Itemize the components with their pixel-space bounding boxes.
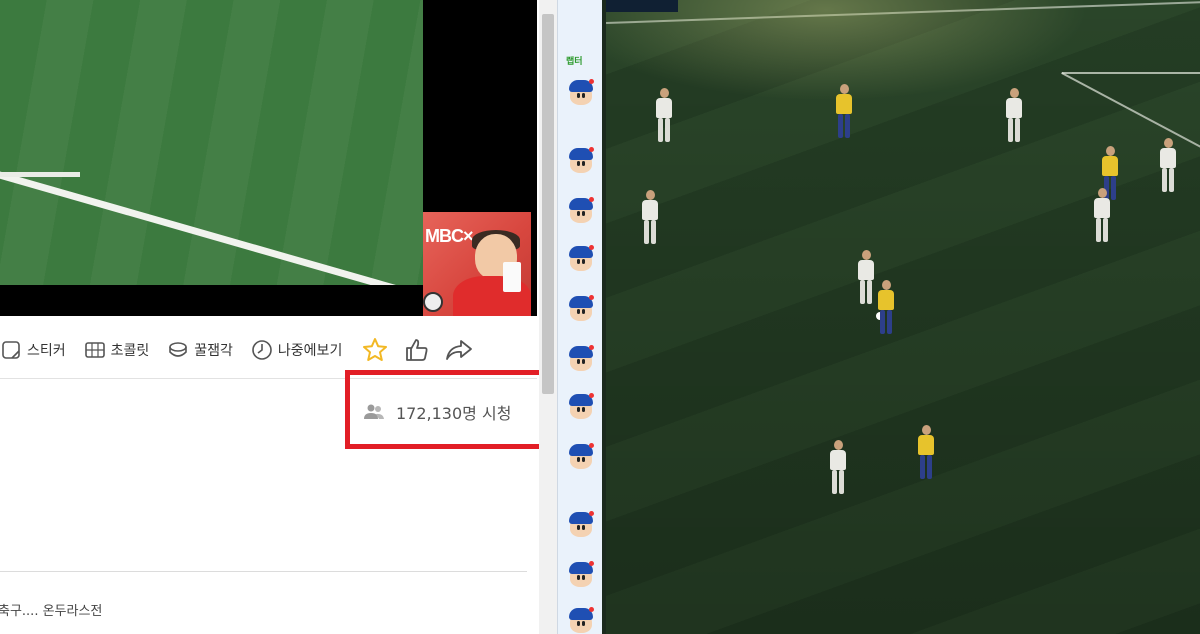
honey-icon bbox=[167, 339, 189, 361]
cartoon-face-emoticon bbox=[568, 443, 594, 470]
game-broadcast-view bbox=[606, 0, 1200, 634]
player-white-kit bbox=[654, 88, 674, 144]
player-white-kit bbox=[1092, 188, 1112, 244]
related-video-link[interactable]: 축구.... 온두라스전 bbox=[0, 600, 102, 619]
chat-column: 랩터 bbox=[557, 0, 602, 634]
stream-action-toolbar: 스티커 초콜릿 꿀잼각 나중에보기 bbox=[0, 333, 537, 367]
watch-later-button[interactable]: 나중에보기 bbox=[251, 339, 342, 361]
viewer-count-text: 172,130명 시청 bbox=[396, 404, 512, 423]
thumbs-up-icon bbox=[406, 339, 428, 361]
cartoon-face-emoticon bbox=[568, 393, 594, 420]
player-white-kit bbox=[1158, 138, 1178, 194]
viewer-count: 172,130명 시청 bbox=[362, 400, 511, 424]
sticker-icon bbox=[0, 339, 22, 361]
chocolate-button[interactable]: 초콜릿 bbox=[84, 339, 150, 361]
clock-icon bbox=[251, 339, 273, 361]
sticker-label: 스티커 bbox=[27, 343, 66, 359]
scrollbar[interactable] bbox=[539, 0, 557, 634]
honey-button[interactable]: 꿀잼각 bbox=[167, 339, 233, 361]
player-white-kit bbox=[856, 250, 876, 306]
share-button[interactable] bbox=[444, 335, 474, 365]
match-clock bbox=[606, 0, 678, 12]
player-white-kit bbox=[828, 440, 848, 496]
favorite-button[interactable] bbox=[360, 335, 390, 365]
player-yellow-kit bbox=[834, 84, 854, 140]
player-yellow-kit bbox=[876, 280, 896, 336]
cartoon-face-emoticon bbox=[568, 345, 594, 372]
player-white-kit bbox=[640, 190, 660, 246]
chat-username[interactable]: 랩터 bbox=[566, 54, 583, 67]
share-icon bbox=[446, 340, 473, 360]
chocolate-icon bbox=[84, 339, 106, 361]
cartoon-face-emoticon bbox=[568, 147, 594, 174]
soccer-ball-icon bbox=[423, 292, 443, 312]
player-yellow-kit bbox=[916, 425, 936, 481]
cartoon-face-emoticon bbox=[568, 295, 594, 322]
video-player[interactable]: MBC× bbox=[0, 0, 537, 316]
divider bbox=[0, 571, 527, 572]
star-icon bbox=[363, 338, 388, 361]
webcam-brand-text: MBC× bbox=[425, 226, 474, 246]
scrollbar-thumb[interactable] bbox=[542, 14, 554, 394]
honey-label: 꿀잼각 bbox=[194, 343, 233, 359]
stadium-shadow bbox=[606, 0, 1200, 634]
player-white-kit bbox=[1004, 88, 1024, 144]
like-button[interactable] bbox=[402, 335, 432, 365]
pitch-line bbox=[0, 160, 423, 285]
cartoon-face-emoticon bbox=[568, 561, 594, 588]
cartoon-face-emoticon bbox=[568, 511, 594, 538]
cartoon-face-emoticon bbox=[568, 607, 594, 634]
streamer-webcam: MBC× bbox=[423, 212, 531, 316]
soccer-pitch-view bbox=[0, 0, 423, 285]
watch-later-label: 나중에보기 bbox=[277, 343, 343, 359]
sticker-button[interactable]: 스티커 bbox=[0, 339, 66, 361]
chocolate-label: 초콜릿 bbox=[110, 343, 150, 359]
pitch-line bbox=[0, 172, 80, 177]
cartoon-face-emoticon bbox=[568, 79, 594, 106]
stream-panel: MBC× 스티커 초콜릿 꿀잼각 나중에보기 172,130명 시청 축구...… bbox=[0, 0, 557, 634]
paper-cup bbox=[503, 262, 521, 292]
cartoon-face-emoticon bbox=[568, 197, 594, 224]
people-icon bbox=[362, 403, 386, 421]
cartoon-face-emoticon bbox=[568, 245, 594, 272]
